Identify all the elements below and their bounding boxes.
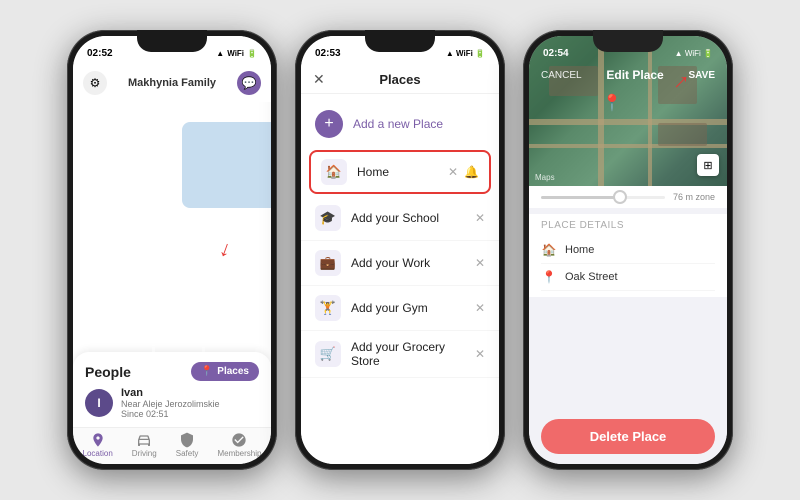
gym-icon: 🏋 <box>315 295 341 321</box>
home-actions: ✕ 🔔 <box>448 165 479 179</box>
people-title: People <box>85 364 131 380</box>
home-detail-icon: 🏠 <box>541 243 557 257</box>
radius-label: 76 m zone <box>673 192 715 202</box>
status-icons-1: ▲ WiFi 🔋 <box>216 49 257 58</box>
person-row: I Ivan Near Aleje Jerozolimskie Since 02… <box>85 387 259 419</box>
place-details-section: Place details 🏠 Home 📍 Oak Street <box>529 214 727 297</box>
person-since: Since 02:51 <box>121 409 259 419</box>
grocery-icon: 🛒 <box>315 341 341 367</box>
places-title: Places <box>379 72 420 87</box>
time-1: 02:52 <box>87 48 113 59</box>
school-remove[interactable]: ✕ <box>475 211 485 225</box>
time-3: 02:54 <box>543 48 569 59</box>
places-screen: ✕ Places + Add a new Place 🏠 Home ✕ 🔔 <box>301 64 499 464</box>
layers-icon[interactable]: ⊞ <box>697 154 719 176</box>
spacer <box>529 297 727 405</box>
edit-place-screen: 02:54 ▲ WiFi 🔋 CANCEL Edit Place SAVE <box>529 36 727 464</box>
tab-safety[interactable]: Safety <box>176 432 199 458</box>
radius-slider[interactable] <box>541 196 665 199</box>
place-grocery[interactable]: 🛒 Add your Grocery Store ✕ <box>301 331 499 378</box>
place-gym[interactable]: 🏋 Add your Gym ✕ <box>301 286 499 331</box>
places-list: + Add a new Place 🏠 Home ✕ 🔔 🎓 Add your … <box>301 94 499 464</box>
gym-remove[interactable]: ✕ <box>475 301 485 315</box>
home-notify[interactable]: 🔔 <box>464 165 479 179</box>
save-button[interactable]: SAVE <box>689 70 716 81</box>
delete-place-button[interactable]: Delete Place <box>541 419 715 454</box>
place-name-text: Home <box>565 244 594 256</box>
map-header: ⚙ Makhynia Family 💬 <box>73 64 271 102</box>
location-pin: 📍 <box>602 93 622 113</box>
place-address-row: 📍 Oak Street <box>541 264 715 291</box>
home-remove[interactable]: ✕ <box>448 165 458 179</box>
chat-icon[interactable]: 💬 <box>237 71 261 95</box>
family-title: Makhynia Family <box>128 77 216 89</box>
notch-3 <box>593 30 663 52</box>
notch-1 <box>137 30 207 52</box>
phone-2: 02:53 ▲ WiFi 🔋 ✕ Places + Add a new Plac… <box>295 30 505 470</box>
gym-label: Add your Gym <box>351 301 465 315</box>
place-address-text: Oak Street <box>565 271 618 283</box>
tab-membership[interactable]: Membership <box>217 432 261 458</box>
work-icon: 💼 <box>315 250 341 276</box>
place-work[interactable]: 💼 Add your Work ✕ <box>301 241 499 286</box>
place-details-title: Place details <box>541 220 715 231</box>
close-button[interactable]: ✕ <box>313 71 325 88</box>
map-arrow: ↓ <box>216 235 235 263</box>
work-label: Add your Work <box>351 256 465 270</box>
phone-3: 02:54 ▲ WiFi 🔋 CANCEL Edit Place SAVE <box>523 30 733 470</box>
bottom-panel: People 📍 Places I Ivan Near Aleje Jerozo… <box>73 352 271 427</box>
grocery-label: Add your Grocery Store <box>351 340 465 368</box>
status-icons-3: ▲ WiFi 🔋 <box>675 49 713 58</box>
pin-detail-icon: 📍 <box>541 270 557 284</box>
gear-icon[interactable]: ⚙ <box>83 71 107 95</box>
places-button[interactable]: 📍 Places <box>191 362 259 381</box>
delete-btn-wrap: Delete Place <box>529 405 727 464</box>
places-nav: ✕ Places <box>301 64 499 94</box>
tab-bar: Location Driving Safety Membership <box>73 427 271 464</box>
tab-location[interactable]: Location <box>83 432 113 458</box>
satellite-map: 02:54 ▲ WiFi 🔋 CANCEL Edit Place SAVE <box>529 36 727 186</box>
person-info: Ivan Near Aleje Jerozolimskie Since 02:5… <box>121 387 259 419</box>
work-remove[interactable]: ✕ <box>475 256 485 270</box>
radius-control: 76 m zone <box>529 186 727 208</box>
edit-title: Edit Place <box>606 68 663 82</box>
home-label: Home <box>357 165 438 179</box>
school-label: Add your School <box>351 211 465 225</box>
edit-nav: CANCEL Edit Place SAVE <box>529 64 727 86</box>
person-name: Ivan <box>121 387 259 399</box>
place-name-row: 🏠 Home <box>541 237 715 264</box>
map-area[interactable]: ⚙ Makhynia Family 💬 ↓ <box>73 64 271 352</box>
notch-2 <box>365 30 435 52</box>
maps-label: Maps <box>535 173 555 182</box>
place-school[interactable]: 🎓 Add your School ✕ <box>301 196 499 241</box>
home-icon: 🏠 <box>321 159 347 185</box>
tab-driving[interactable]: Driving <box>132 432 157 458</box>
phone-1: 02:52 ▲ WiFi 🔋 ⚙ Makhynia Family 💬 <box>67 30 277 470</box>
person-location: Near Aleje Jerozolimskie <box>121 399 259 409</box>
add-place-row[interactable]: + Add a new Place <box>301 100 499 148</box>
place-home[interactable]: 🏠 Home ✕ 🔔 <box>309 150 491 194</box>
grocery-remove[interactable]: ✕ <box>475 347 485 361</box>
add-label: Add a new Place <box>353 117 443 131</box>
add-icon: + <box>315 110 343 138</box>
cancel-button[interactable]: CANCEL <box>541 70 582 81</box>
time-2: 02:53 <box>315 48 341 59</box>
school-icon: 🎓 <box>315 205 341 231</box>
status-icons-2: ▲ WiFi 🔋 <box>446 49 485 58</box>
person-avatar: I <box>85 389 113 417</box>
